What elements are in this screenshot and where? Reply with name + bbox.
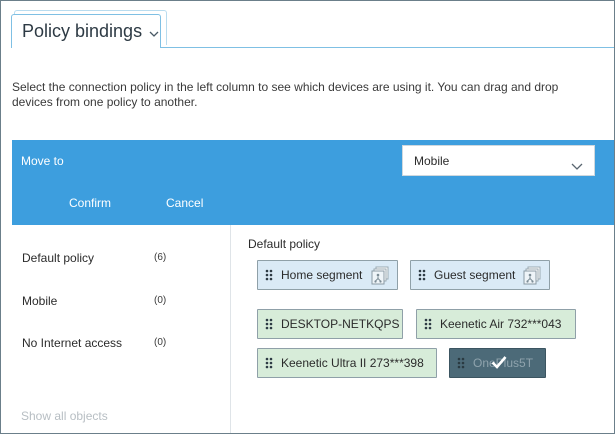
policy-item-count: (0) xyxy=(154,295,167,306)
chevron-down-icon xyxy=(571,157,583,175)
policy-item-count: (6) xyxy=(154,252,167,263)
device-chip-oneplus5t[interactable]: OnePlus5T xyxy=(449,348,546,378)
segment-chip-guest[interactable]: Guest segment xyxy=(410,260,550,290)
tab-title: Policy bindings xyxy=(22,21,143,41)
chip-label: Keenetic Air 732***043 xyxy=(440,317,562,331)
policy-bindings-panel: Policy bindings Select the connection po… xyxy=(0,0,615,434)
selected-policy-title: Default policy xyxy=(248,237,321,251)
description-text: Select the connection policy in the left… xyxy=(12,80,559,109)
move-to-bar: Move to Mobile Confirm Cancel xyxy=(12,140,614,225)
policy-item-count: (0) xyxy=(154,337,167,348)
segment-stack-icon xyxy=(371,266,389,288)
drag-handle-icon[interactable] xyxy=(265,318,273,330)
policy-list: Default policy (6) Mobile (0) No Interne… xyxy=(12,225,230,433)
policy-item-label: No Internet access xyxy=(22,336,123,350)
policy-item-label: Mobile xyxy=(22,294,58,308)
checkmark-icon xyxy=(491,355,507,372)
chip-label: Keenetic Ultra II 273***398 xyxy=(281,356,424,370)
tab-policy-bindings[interactable]: Policy bindings xyxy=(11,14,161,48)
drag-handle-icon[interactable] xyxy=(265,269,273,281)
chevron-down-icon xyxy=(149,24,159,42)
policy-item-no-internet[interactable]: No Internet access (0) xyxy=(22,336,222,350)
confirm-button[interactable]: Confirm xyxy=(69,196,111,210)
segment-stack-icon xyxy=(523,266,541,288)
move-to-label: Move to xyxy=(21,154,64,168)
drag-handle-icon[interactable] xyxy=(424,318,432,330)
policy-item-mobile[interactable]: Mobile (0) xyxy=(22,294,222,308)
column-divider xyxy=(230,225,231,433)
drag-handle-icon[interactable] xyxy=(265,357,273,369)
segment-chip-home[interactable]: Home segment xyxy=(257,260,398,290)
drag-handle-icon[interactable] xyxy=(457,357,465,369)
chip-label: DESKTOP-NETKQPS xyxy=(281,317,400,331)
device-chip-keenetic-ultra[interactable]: Keenetic Ultra II 273***398 xyxy=(257,348,437,378)
chip-label: Home segment xyxy=(281,268,363,282)
policy-item-default[interactable]: Default policy (6) xyxy=(22,251,222,265)
show-all-objects-link[interactable]: Show all objects xyxy=(21,409,108,423)
drag-handle-icon[interactable] xyxy=(418,269,426,281)
device-chip-desktop[interactable]: DESKTOP-NETKQPS xyxy=(257,309,403,339)
cancel-button[interactable]: Cancel xyxy=(166,196,203,210)
policy-select-value: Mobile xyxy=(414,153,450,168)
policy-select[interactable]: Mobile xyxy=(402,145,595,176)
policy-item-label: Default policy xyxy=(22,251,95,265)
chip-label: Guest segment xyxy=(434,268,516,282)
device-chip-keenetic-air[interactable]: Keenetic Air 732***043 xyxy=(416,309,576,339)
